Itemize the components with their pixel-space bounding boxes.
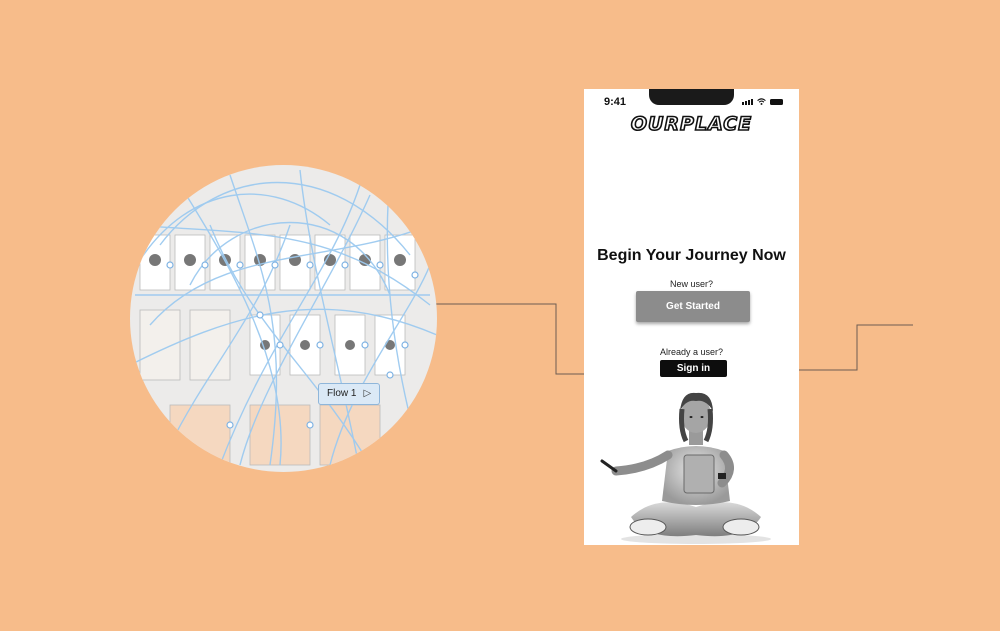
phone-screen: 9:41 OURPLACE Begin Your Journey Now New… [584,89,799,545]
new-user-label: New user? [669,279,714,289]
signal-icon [742,99,753,105]
wifi-icon [757,98,766,105]
play-icon: ▷ [363,388,372,399]
prototype-flow-thumbnail: Flow 1 ▷ [130,165,437,472]
app-logo: OURPLACE [584,112,799,136]
battery-icon [770,99,783,105]
get-started-button[interactable]: Get Started [636,291,750,322]
already-user-label: Already a user? [659,347,724,357]
person-illustration [600,392,771,544]
logo-text: OURPLACE [630,112,753,136]
phone-notch [649,89,734,105]
flow-canvas [130,169,437,472]
page-title: Begin Your Journey Now [597,247,786,264]
flow-chip-label: Flow 1 [327,388,357,399]
flow-start-chip[interactable]: Flow 1 ▷ [318,383,381,405]
sign-in-button[interactable]: Sign in [660,360,727,377]
status-icons [742,98,783,105]
status-time: 9:41 [604,96,627,108]
